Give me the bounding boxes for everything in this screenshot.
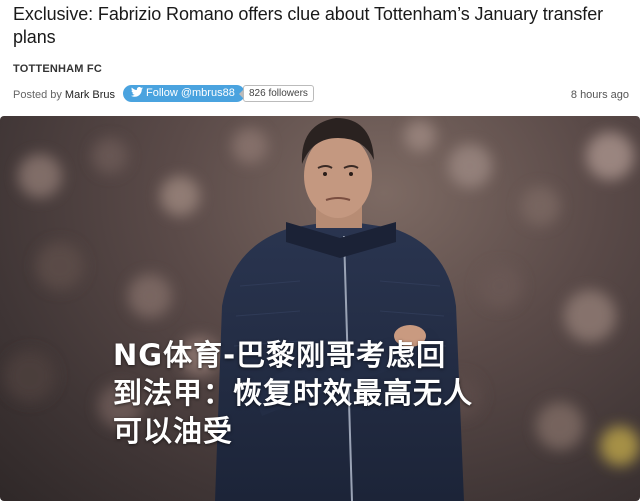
byline-row: Posted by Mark Brus Follow @mbrus88 826 f…	[13, 84, 629, 104]
article-headline[interactable]: Exclusive: Fabrizio Romano offers clue a…	[13, 3, 613, 49]
followers-count: 826 followers	[239, 85, 314, 102]
overlay-line-2: 到法甲：恢复时效最高无人	[113, 376, 474, 410]
timestamp: 8 hours ago	[570, 89, 629, 101]
posted-by: Posted by Mark Brus	[13, 89, 115, 101]
follow-button-label: Follow @mbrus88	[146, 87, 235, 99]
category-label[interactable]: TOTTENHAM FC	[13, 63, 102, 75]
article-photo[interactable]: NG体育-巴黎刚哥考虑回 到法甲：恢复时效最高无人 可以油受	[0, 116, 640, 501]
overlay-line-1: NG体育-巴黎刚哥考虑回	[113, 338, 447, 372]
twitter-follow-button[interactable]: Follow @mbrus88	[123, 85, 245, 102]
overlay-line-3: 可以油受	[113, 414, 234, 448]
overlay-caption: NG体育-巴黎刚哥考虑回 到法甲：恢复时效最高无人 可以油受	[113, 336, 553, 450]
author-link[interactable]: Mark Brus	[65, 89, 115, 101]
twitter-bird-icon	[131, 87, 143, 97]
posted-by-label: Posted by	[13, 89, 62, 101]
